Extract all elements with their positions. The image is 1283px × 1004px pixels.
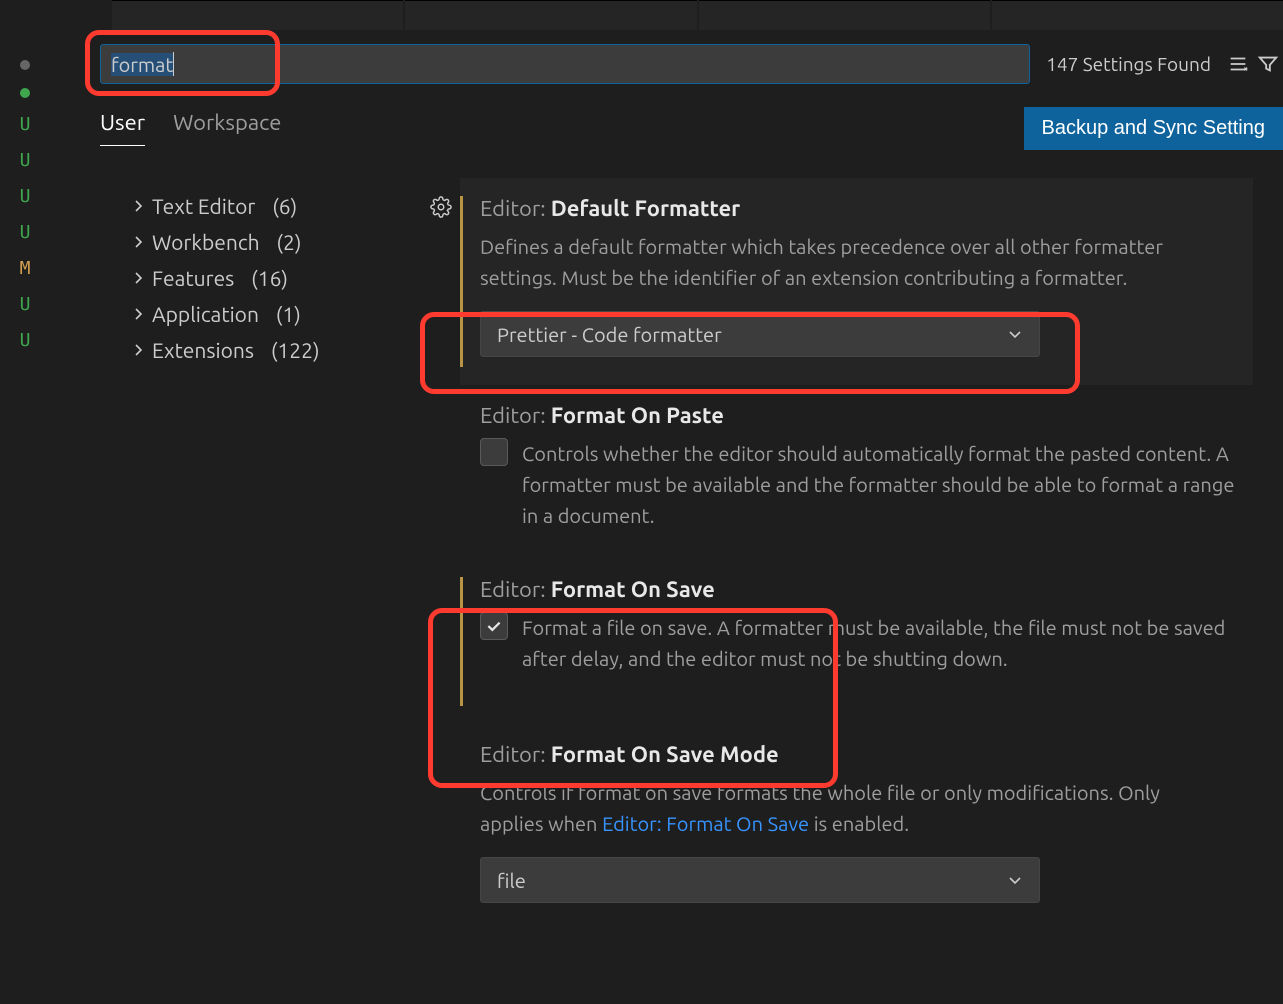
setting-format-on-save-mode[interactable]: Editor: Format On Save Mode Controls if … bbox=[460, 724, 1253, 931]
editor-tab-strip bbox=[50, 0, 1283, 30]
select-value: file bbox=[497, 869, 526, 892]
scm-status-letter: U bbox=[20, 152, 31, 170]
scm-status-letter: M bbox=[20, 260, 31, 278]
scm-status-letter: U bbox=[20, 224, 31, 242]
setting-title: Editor: Format On Save Mode bbox=[480, 742, 1253, 767]
toc-item-workbench[interactable]: Workbench (2) bbox=[130, 224, 410, 260]
settings-count-label: 147 Settings Found bbox=[1036, 53, 1221, 75]
settings-list: Editor: Default Formatter Defines a defa… bbox=[410, 158, 1283, 1004]
editor-gutter: U U U U M U U bbox=[0, 0, 50, 1004]
toc-item-text-editor[interactable]: Text Editor (6) bbox=[130, 188, 410, 224]
editor-tab[interactable] bbox=[112, 0, 403, 30]
format-on-save-mode-select[interactable]: file bbox=[480, 857, 1040, 903]
dot-indicator bbox=[20, 60, 30, 70]
setting-description: Controls if format on save formats the w… bbox=[480, 777, 1253, 839]
setting-link[interactable]: Editor: Format On Save bbox=[602, 812, 809, 835]
clear-search-icon[interactable] bbox=[1227, 53, 1249, 75]
gear-icon[interactable] bbox=[430, 196, 452, 218]
toc-label: Text Editor bbox=[152, 194, 255, 218]
backup-sync-button[interactable]: Backup and Sync Setting bbox=[1024, 107, 1283, 150]
setting-description: Format a file on save. A formatter must … bbox=[522, 612, 1253, 674]
setting-format-on-paste[interactable]: Editor: Format On Paste Controls whether… bbox=[460, 385, 1253, 559]
format-on-paste-checkbox[interactable] bbox=[480, 438, 508, 466]
setting-format-on-save[interactable]: Editor: Format On Save Format a file on … bbox=[460, 559, 1253, 724]
toc-item-application[interactable]: Application (1) bbox=[130, 296, 410, 332]
chevron-right-icon bbox=[130, 306, 146, 322]
setting-title: Editor: Default Formatter bbox=[480, 196, 1253, 221]
text-cursor bbox=[173, 52, 174, 76]
toc-count: (122) bbox=[271, 338, 320, 362]
toc-label: Application bbox=[152, 302, 259, 326]
chevron-right-icon bbox=[130, 198, 146, 214]
chevron-right-icon bbox=[130, 270, 146, 286]
scm-status-letter: U bbox=[20, 332, 31, 350]
settings-search-input[interactable]: format bbox=[100, 44, 1030, 84]
tab-user[interactable]: User bbox=[100, 110, 145, 146]
scm-status-letter: U bbox=[20, 116, 31, 134]
setting-description: Defines a default formatter which takes … bbox=[480, 231, 1253, 293]
setting-title: Editor: Format On Paste bbox=[480, 403, 1253, 428]
setting-description: Controls whether the editor should autom… bbox=[522, 438, 1253, 531]
toc-count: (6) bbox=[272, 194, 297, 218]
dot-indicator bbox=[20, 88, 30, 98]
chevron-right-icon bbox=[130, 234, 146, 250]
editor-tab[interactable] bbox=[992, 0, 1283, 30]
default-formatter-select[interactable]: Prettier - Code formatter bbox=[480, 311, 1040, 357]
setting-default-formatter[interactable]: Editor: Default Formatter Defines a defa… bbox=[460, 178, 1253, 385]
select-value: Prettier - Code formatter bbox=[497, 323, 722, 346]
chevron-down-icon bbox=[1007, 872, 1023, 888]
chevron-down-icon bbox=[1007, 326, 1023, 342]
scm-status-letter: U bbox=[20, 188, 31, 206]
toc-count: (2) bbox=[276, 230, 301, 254]
check-icon bbox=[485, 617, 503, 635]
toc-count: (16) bbox=[251, 266, 288, 290]
toc-item-extensions[interactable]: Extensions (122) bbox=[130, 332, 410, 368]
tab-workspace[interactable]: Workspace bbox=[173, 110, 281, 146]
settings-toc: Text Editor (6) Workbench (2) Features (… bbox=[50, 158, 410, 1004]
chevron-right-icon bbox=[130, 342, 146, 358]
search-text: format bbox=[111, 53, 173, 76]
setting-title: Editor: Format On Save bbox=[480, 577, 1253, 602]
filter-icon[interactable] bbox=[1257, 53, 1279, 75]
editor-tab[interactable] bbox=[405, 0, 696, 30]
toc-label: Extensions bbox=[152, 338, 254, 362]
toc-count: (1) bbox=[276, 302, 301, 326]
editor-tab[interactable] bbox=[699, 0, 990, 30]
toc-label: Workbench bbox=[152, 230, 260, 254]
scm-status-letter: U bbox=[20, 296, 31, 314]
toc-label: Features bbox=[152, 266, 234, 290]
toc-item-features[interactable]: Features (16) bbox=[130, 260, 410, 296]
format-on-save-checkbox[interactable] bbox=[480, 612, 508, 640]
